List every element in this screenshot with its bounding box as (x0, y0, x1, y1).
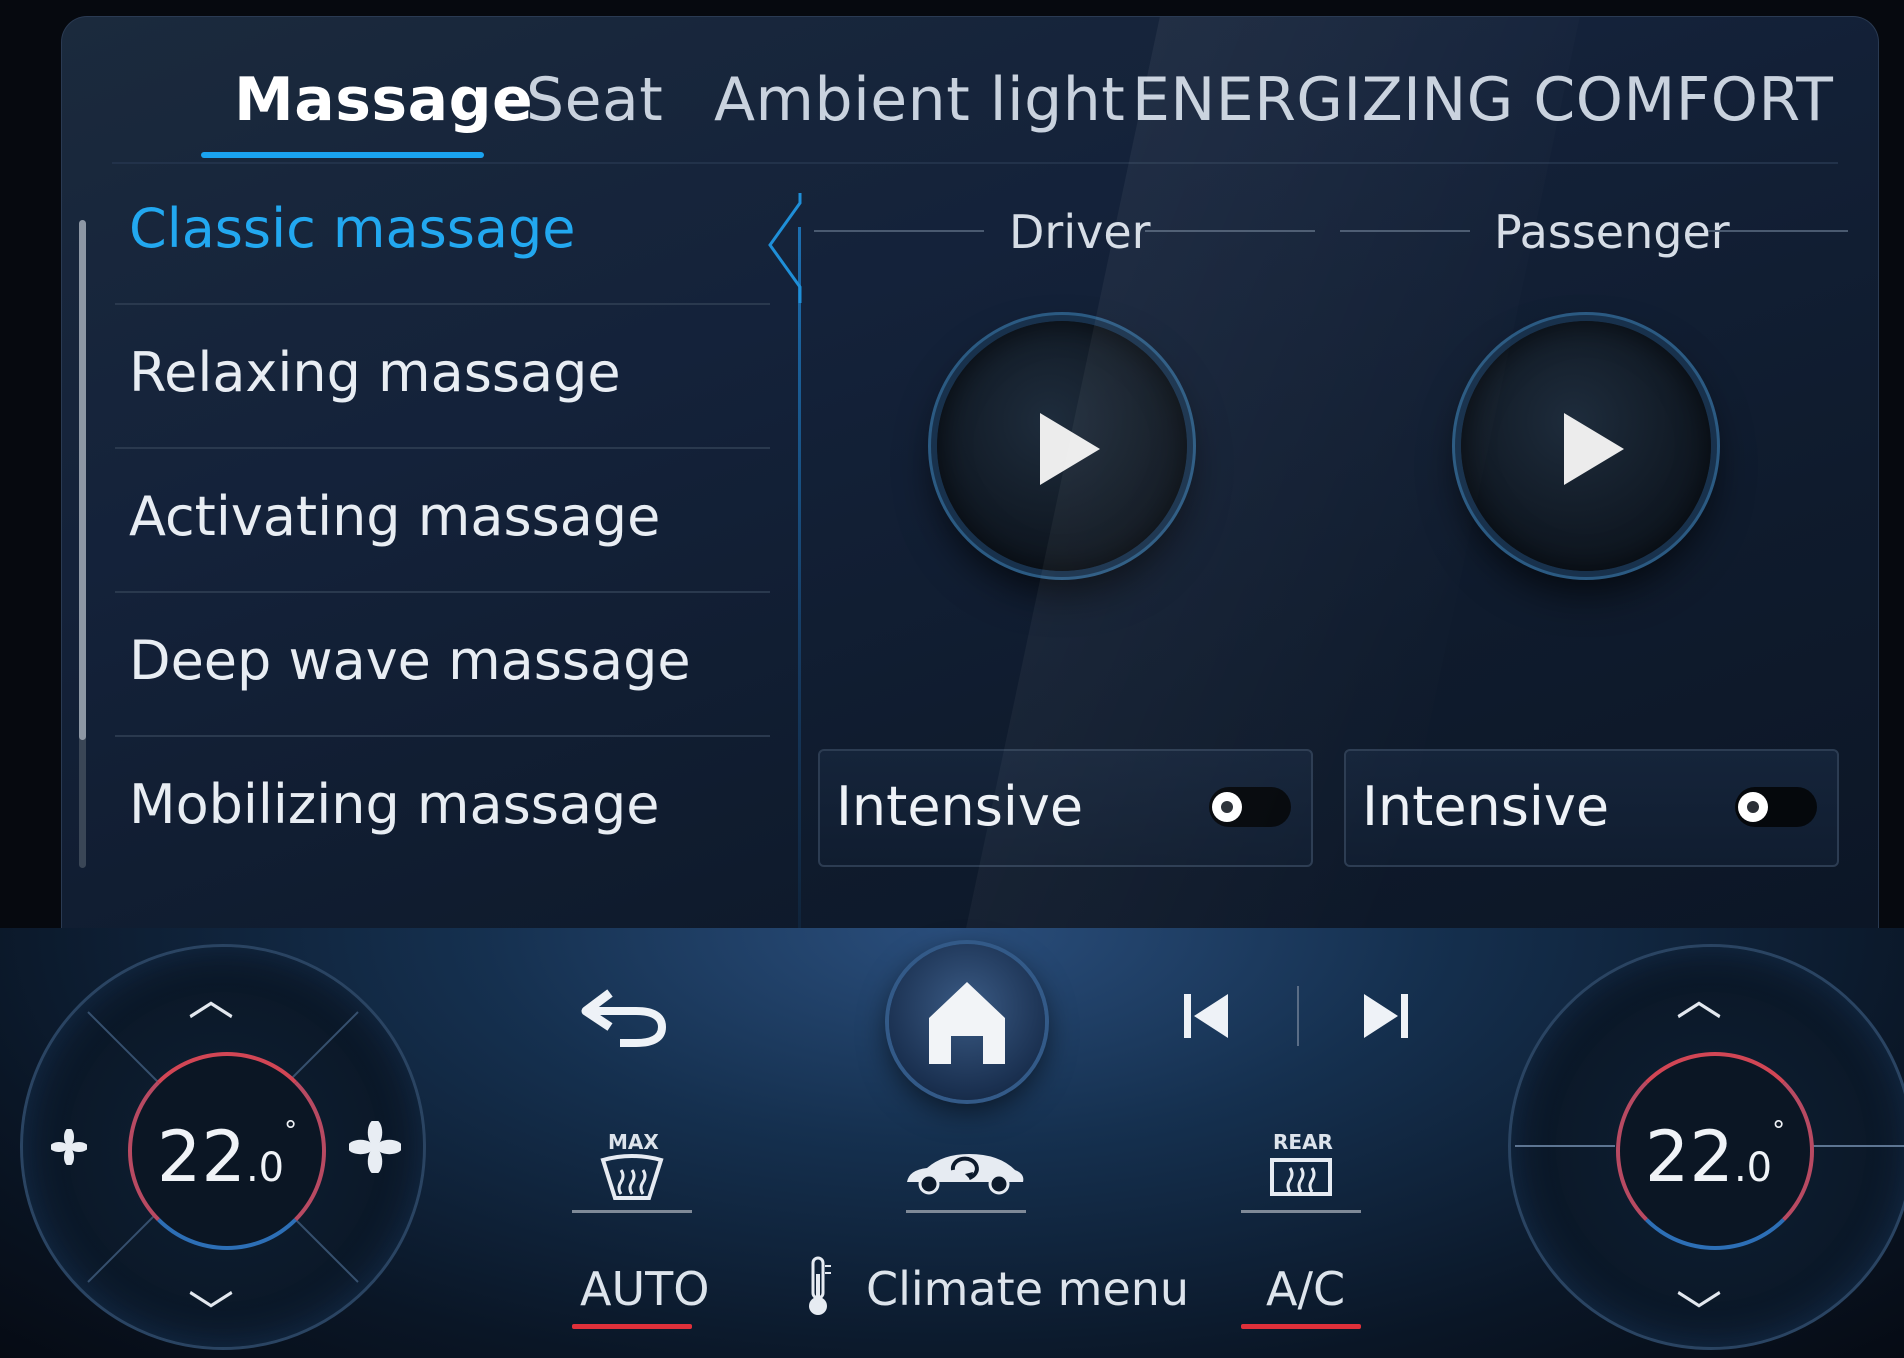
dial-rule-right (1807, 1145, 1904, 1147)
left-temperature-dial[interactable]: ︿ ﹀ 22.0° (20, 944, 426, 1350)
selection-pointer-icon (768, 193, 802, 303)
left-temp-down-chevron-icon[interactable]: ﹀ (188, 1277, 234, 1343)
climate-menu-button[interactable]: Climate menu (866, 1262, 1189, 1316)
right-temp-ring: 22.0° (1616, 1052, 1814, 1250)
passenger-label: Passenger (1494, 205, 1730, 259)
recirculation-car-icon[interactable] (903, 1148, 1027, 1196)
list-item-label: Deep wave massage (129, 629, 691, 692)
list-item-mobilizing-massage[interactable]: Mobilizing massage (115, 735, 770, 879)
recirculation-underline (906, 1210, 1026, 1213)
list-item-activating-massage[interactable]: Activating massage (115, 447, 770, 593)
ac-active-indicator (1241, 1324, 1361, 1329)
ac-button[interactable]: A/C (1266, 1262, 1345, 1316)
passenger-play-button[interactable] (1461, 321, 1711, 571)
toggle-knob (1738, 792, 1768, 822)
tab-bar: Massage Seat Ambient light ENERGIZING CO… (62, 17, 1878, 162)
right-temp-unit: ° (1772, 1116, 1786, 1146)
list-item-label: Activating massage (129, 485, 661, 548)
driver-play-button[interactable] (937, 321, 1187, 571)
tab-massage[interactable]: Massage (234, 65, 533, 135)
tab-ambient-light[interactable]: Ambient light (714, 65, 1125, 135)
max-defrost-label: MAX (608, 1130, 659, 1154)
left-temp-readout: 22.0° (132, 1116, 322, 1198)
massage-panel: Massage Seat Ambient light ENERGIZING CO… (61, 16, 1879, 937)
rear-defrost-label: REAR (1273, 1130, 1333, 1154)
right-temperature-dial[interactable]: ︿ ﹀ 22.0° (1508, 944, 1904, 1350)
left-temp-whole: 22 (156, 1116, 246, 1198)
back-arrow-icon[interactable] (580, 985, 670, 1049)
right-temp-decimal: .0 (1733, 1145, 1773, 1191)
list-item-label: Mobilizing massage (129, 773, 660, 836)
driver-intensive-row: Intensive (818, 749, 1313, 867)
passenger-rule-left (1340, 230, 1470, 232)
tab-seat[interactable]: Seat (526, 65, 663, 135)
list-item-classic-massage[interactable]: Classic massage (115, 159, 770, 305)
play-icon (1564, 413, 1624, 485)
media-divider (1297, 986, 1299, 1046)
list-item-label: Classic massage (129, 197, 576, 260)
scrollbar-thumb[interactable] (79, 220, 86, 740)
driver-rule-left (814, 230, 984, 232)
right-temp-readout: 22.0° (1620, 1116, 1810, 1198)
right-temp-down-chevron-icon[interactable]: ﹀ (1676, 1277, 1722, 1343)
rear-defrost-icon[interactable] (1268, 1154, 1334, 1204)
driver-intensive-toggle[interactable] (1209, 787, 1291, 827)
passenger-rule-right (1708, 230, 1848, 232)
auto-button[interactable]: AUTO (580, 1262, 709, 1316)
passenger-intensive-label: Intensive (1362, 775, 1610, 838)
left-temp-ring: 22.0° (128, 1052, 326, 1250)
right-temp-whole: 22 (1644, 1116, 1734, 1198)
tab-energizing-comfort[interactable]: ENERGIZING COMFORT (1132, 65, 1833, 135)
list-item-deep-wave-massage[interactable]: Deep wave massage (115, 591, 770, 737)
rear-defrost-underline (1241, 1210, 1361, 1213)
home-icon (929, 982, 1005, 1064)
left-temp-decimal: .0 (245, 1145, 285, 1191)
max-defrost-underline (572, 1210, 692, 1213)
play-icon (1040, 413, 1100, 485)
list-item-label: Relaxing massage (129, 341, 621, 404)
auto-active-indicator (572, 1324, 692, 1329)
driver-intensive-label: Intensive (836, 775, 1084, 838)
passenger-intensive-row: Intensive (1344, 749, 1839, 867)
driver-label: Driver (1009, 205, 1151, 259)
dial-rule-left (1515, 1145, 1615, 1147)
skip-previous-icon[interactable] (1180, 990, 1232, 1042)
list-item-relaxing-massage[interactable]: Relaxing massage (115, 303, 770, 449)
thermometer-icon (809, 1256, 831, 1315)
left-temp-unit: ° (284, 1116, 298, 1146)
passenger-intensive-toggle[interactable] (1735, 787, 1817, 827)
home-button[interactable] (889, 944, 1045, 1100)
skip-next-icon[interactable] (1360, 990, 1412, 1042)
left-temp-up-chevron-icon[interactable]: ︿ (188, 963, 234, 1029)
front-defrost-icon[interactable] (599, 1154, 665, 1204)
fan-low-icon[interactable] (51, 1129, 87, 1165)
list-divider (798, 227, 801, 937)
fan-high-icon[interactable] (349, 1121, 401, 1173)
driver-rule-right (1145, 230, 1315, 232)
active-tab-indicator (201, 152, 484, 158)
toggle-knob (1212, 792, 1242, 822)
right-temp-up-chevron-icon[interactable]: ︿ (1676, 963, 1722, 1029)
